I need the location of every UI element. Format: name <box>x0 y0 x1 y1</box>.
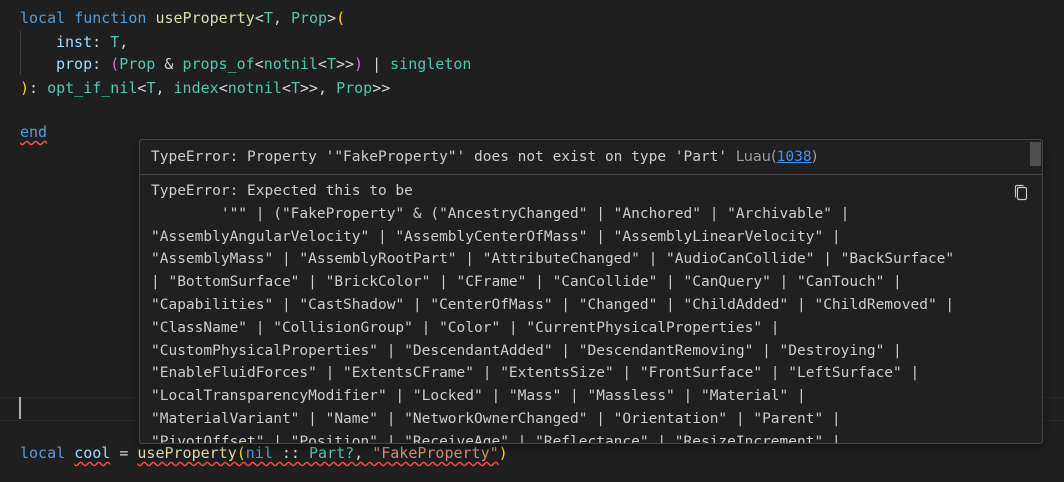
punctuation: < <box>254 55 264 73</box>
punctuation: > <box>345 55 355 73</box>
type-name: T <box>290 79 300 97</box>
punctuation: , <box>119 33 129 51</box>
bracket: ) <box>498 444 508 462</box>
punctuation: > <box>372 79 382 97</box>
type-name: Part? <box>309 444 355 462</box>
code-line-4[interactable]: ): opt_if_nil<T, index<notnil<T>>, Prop>… <box>20 77 390 99</box>
hover-line: "LocalTransparencyModifier" | "Locked" |… <box>151 388 806 405</box>
punctuation: > <box>335 55 345 73</box>
code-editor[interactable]: local function useProperty<T, Prop>( ins… <box>0 0 1064 482</box>
punctuation: : <box>29 79 48 97</box>
type-name: notnil <box>263 55 318 73</box>
punctuation: , <box>155 79 174 97</box>
error-source: Luau( <box>735 149 777 165</box>
hover-body: TypeError: Expected this to be '"" | ("F… <box>151 180 1011 444</box>
hover-line: "AssemblyMass" | "AssemblyRootPart" | "A… <box>151 251 955 268</box>
type-name: props_of <box>182 55 255 73</box>
code-line-2[interactable]: inst: T, <box>56 31 128 53</box>
type-name: T <box>110 33 120 51</box>
punctuation: , <box>354 444 373 462</box>
punctuation: > <box>299 79 309 97</box>
code-line-usage[interactable]: local cool = useProperty(nil :: Part?, "… <box>20 442 508 464</box>
type-name: opt_if_nil <box>47 79 138 97</box>
hover-header-text: TypeError: Property '"FakeProperty"' doe… <box>151 146 817 168</box>
param-name: inst <box>56 33 93 51</box>
keyword: local <box>20 9 66 27</box>
type-param: T <box>263 9 273 27</box>
variable-name: cool <box>74 444 111 462</box>
hover-line: "EnableFluidForces" | "ExtentsCFrame" | … <box>151 365 920 382</box>
function-name: useProperty <box>155 9 255 27</box>
function-call: useProperty <box>137 444 237 462</box>
punctuation: < <box>281 79 291 97</box>
punctuation: > <box>381 79 391 97</box>
punctuation: , <box>272 9 291 27</box>
punctuation: & <box>155 55 183 73</box>
string-literal: "FakeProperty" <box>372 444 499 462</box>
param-name: prop <box>56 55 93 73</box>
punctuation: < <box>218 79 228 97</box>
error-message: TypeError: Property '"FakeProperty"' doe… <box>151 149 728 165</box>
bracket: ) <box>20 79 30 97</box>
keyword-end: end <box>20 123 48 141</box>
scrollbar-thumb[interactable] <box>1030 142 1041 166</box>
type-name: Prop <box>119 55 156 73</box>
punctuation: > <box>309 79 319 97</box>
keyword: nil <box>245 444 273 462</box>
hover-line: '"" | ("FakeProperty" & ("AncestryChange… <box>151 205 850 222</box>
hover-line: "CustomPhysicalProperties" | "Descendant… <box>151 342 902 359</box>
punctuation: : <box>92 33 111 51</box>
bracket: ) <box>354 55 364 73</box>
text-cursor <box>19 397 21 419</box>
indent-guide <box>20 31 21 75</box>
type-name: notnil <box>227 79 282 97</box>
bracket: ( <box>236 444 246 462</box>
hover-header: TypeError: Property '"FakeProperty"' doe… <box>140 140 1042 175</box>
hover-line: "AssemblyAngularVelocity" | "AssemblyCen… <box>151 228 841 245</box>
type-param: Prop <box>290 9 328 27</box>
hover-line: "ClassName" | "CollisionGroup" | "Color"… <box>151 319 780 336</box>
punctuation: | <box>363 55 391 73</box>
hover-line: | "BottomSurface" | "BrickColor" | "CFra… <box>151 274 902 291</box>
hover-line: TypeError: Expected this to be <box>151 183 413 199</box>
type-name: singleton <box>390 55 472 73</box>
code-line-end[interactable]: end <box>20 121 47 143</box>
punctuation: < <box>254 9 264 27</box>
punctuation: : <box>92 55 111 73</box>
bracket: ( <box>336 9 346 27</box>
hover-line: "PivotOffset" | "Position" | "ReceiveAge… <box>151 433 841 444</box>
keyword: local <box>20 444 66 462</box>
keyword: function <box>74 9 147 27</box>
hover-line: "MaterialVariant" | "Name" | "NetworkOwn… <box>151 410 841 427</box>
type-name: Prop <box>336 79 373 97</box>
punctuation: < <box>317 55 327 73</box>
punctuation: , <box>318 79 337 97</box>
hover-line: "Capabilities" | "CastShadow" | "CenterO… <box>151 296 955 313</box>
error-code-link[interactable]: 1038 <box>777 149 812 165</box>
type-name: T <box>326 55 336 73</box>
code-line-3[interactable]: prop: (Prop & props_of<notnil<T>>) | sin… <box>56 53 471 75</box>
hover-scrollbar[interactable] <box>1030 140 1042 443</box>
type-name: index <box>173 79 219 97</box>
hover-tooltip[interactable]: TypeError: Property '"FakeProperty"' doe… <box>139 139 1043 444</box>
punctuation: :: <box>272 444 309 462</box>
code-line-1[interactable]: local function useProperty<T, Prop>( <box>20 7 345 29</box>
punctuation: = <box>110 444 138 462</box>
punctuation: > <box>327 9 337 27</box>
bracket: ( <box>110 55 120 73</box>
error-source: ) <box>811 149 818 165</box>
copy-icon[interactable] <box>1013 184 1029 202</box>
